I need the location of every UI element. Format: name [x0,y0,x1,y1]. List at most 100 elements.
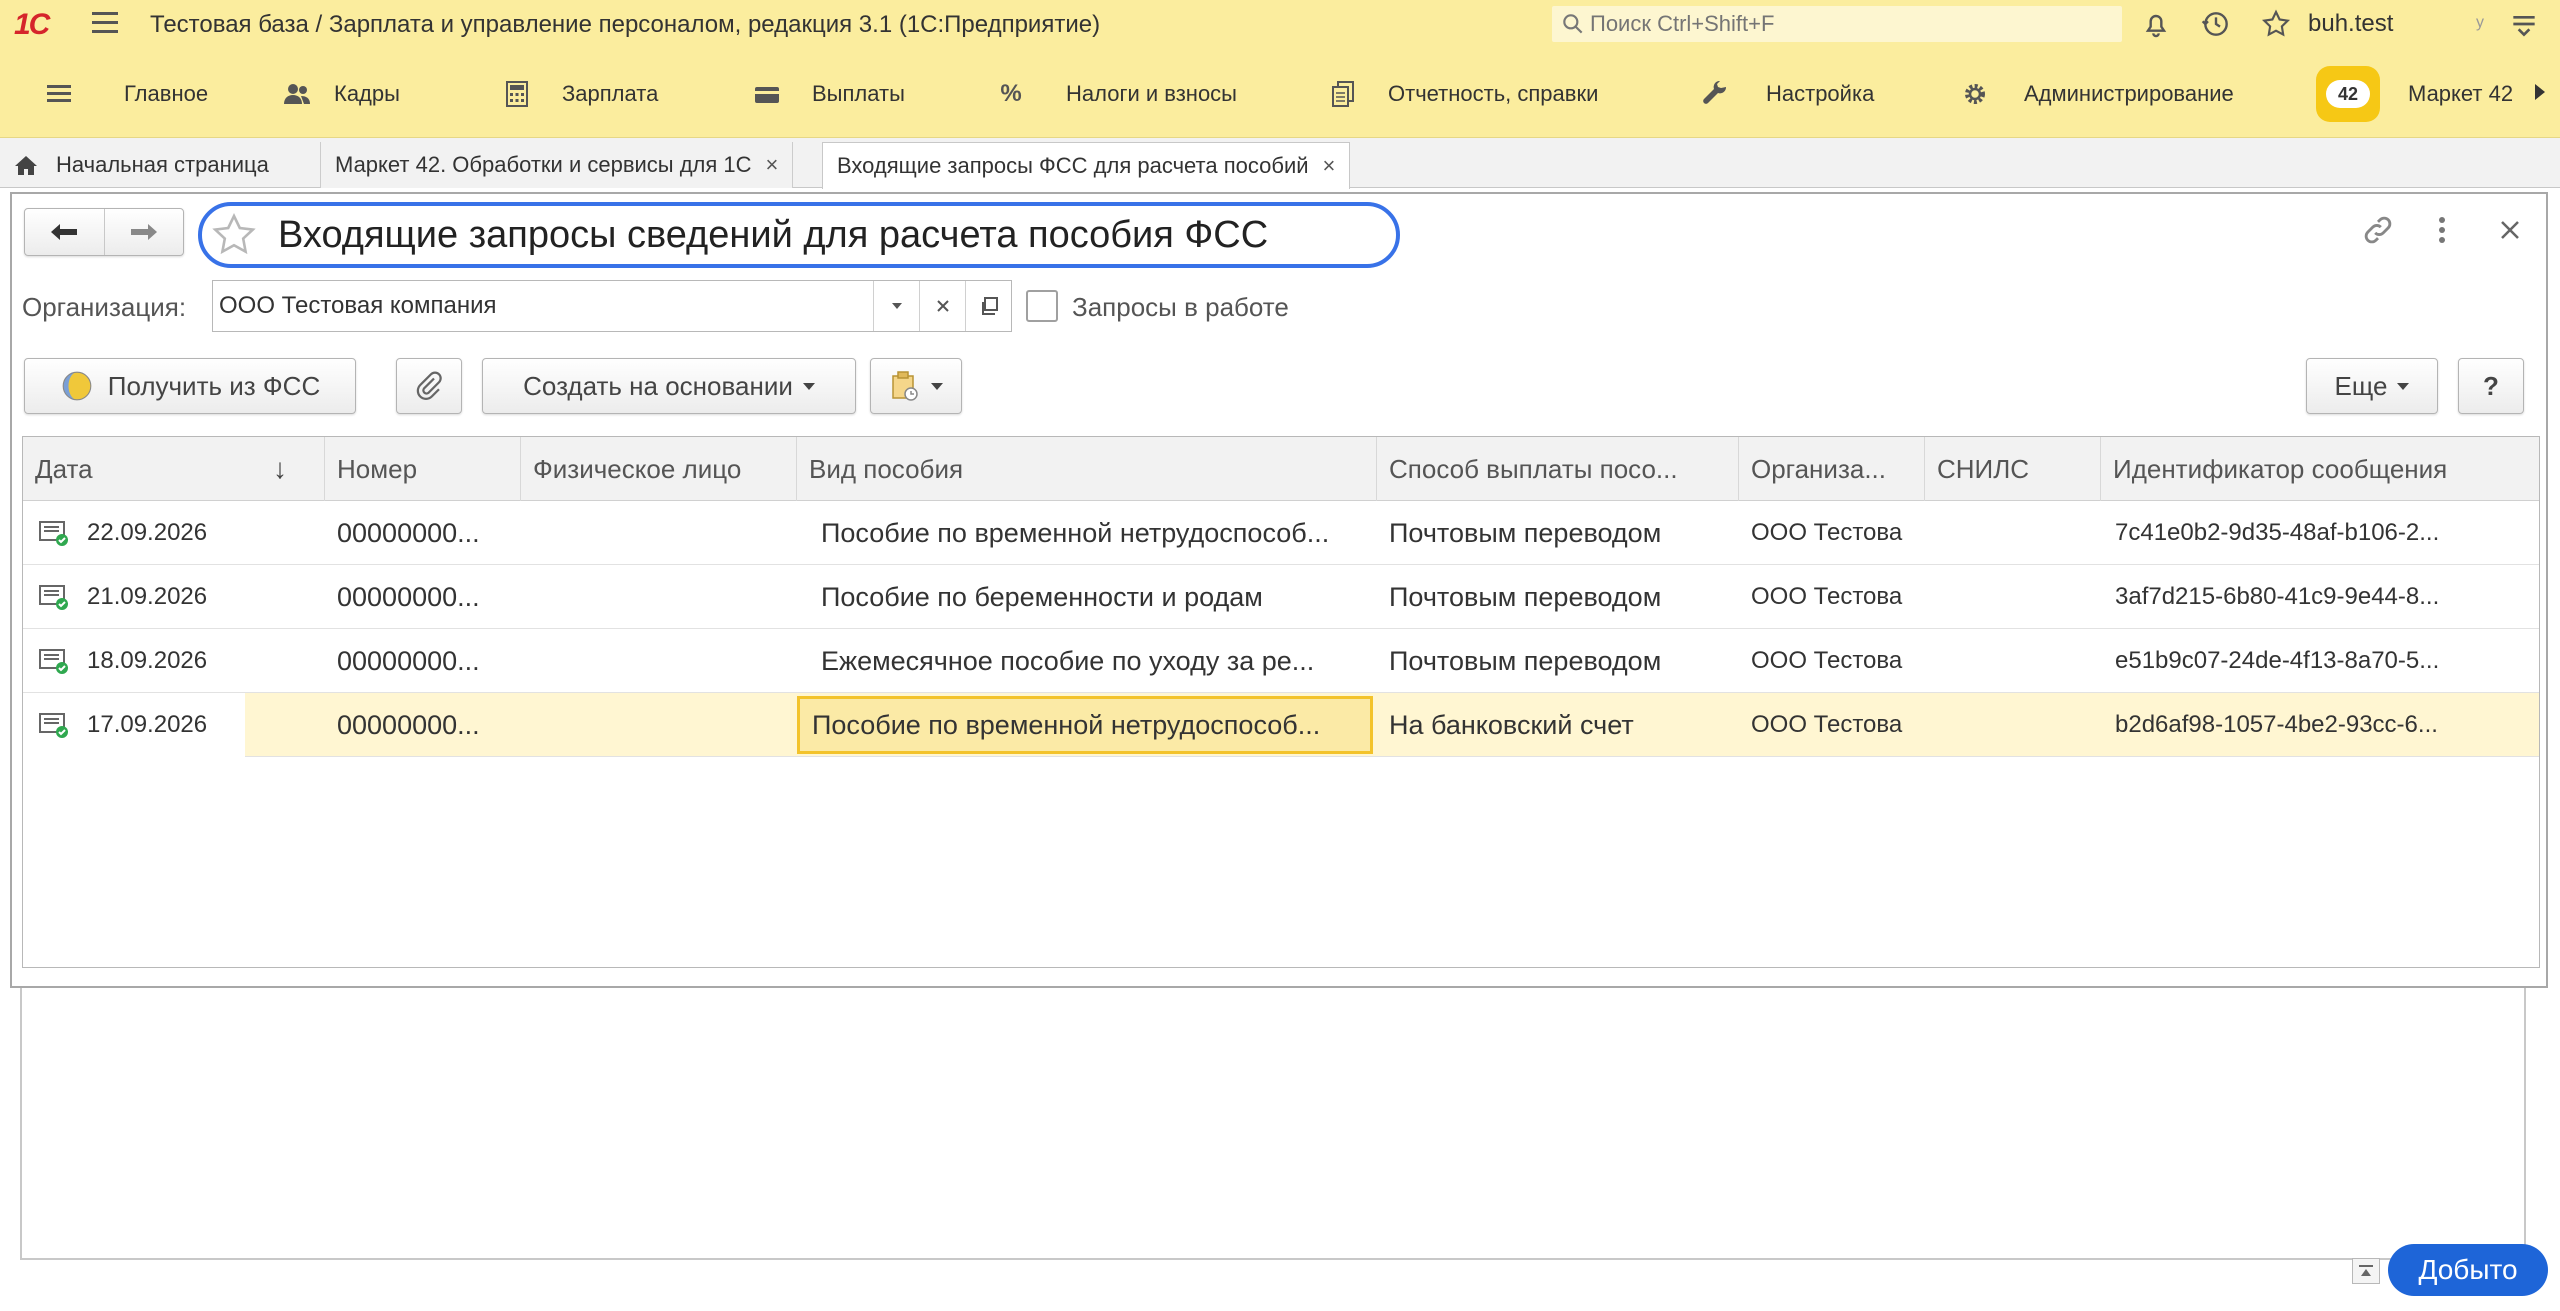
requests-in-work-label: Запросы в работе [1072,292,1289,322]
cell-benefit-focused[interactable]: Пособие по временной нетрудоспособ... [797,696,1373,754]
section-salary[interactable]: Зарплата [502,76,658,112]
section-reports[interactable]: Отчетность, справки [1328,76,1598,112]
section-label: Кадры [334,81,400,106]
section-label: Настройка [1766,81,1875,106]
close-icon [2501,221,2519,239]
close-icon[interactable]: × [766,152,779,178]
cell-benefit: Ежемесячное пособие по уходу за ре... [821,645,1315,676]
column-header-label: Дата [35,453,93,484]
more-actions-button[interactable] [2422,210,2462,250]
scroll-right-icon[interactable] [2535,84,2545,100]
cell-org: ООО Тестова [1751,583,1903,610]
section-label: Маркет 42 [2408,81,2514,106]
column-header-number[interactable]: Номер [325,437,521,501]
table-row[interactable]: 21.09.2026 00000000... Пособие по береме… [23,565,2539,629]
column-header-label: Вид пособия [809,453,964,484]
section-label: Главное [124,81,209,106]
cell-payment: Почтовым переводом [1389,581,1662,612]
close-icon[interactable]: × [1323,153,1336,179]
column-header-benefit[interactable]: Вид пособия [797,437,1377,501]
section-hr[interactable]: Кадры [282,76,400,112]
cell-snils [1925,565,2101,629]
market-badge-number: 42 [2326,80,2370,108]
arrow-right-icon [130,224,157,240]
list-icon [44,79,74,109]
bell-icon[interactable] [2140,8,2172,40]
history-icon[interactable] [2200,8,2232,40]
wallet-icon [752,79,782,109]
dobyto-button[interactable]: Добыто [2388,1244,2548,1296]
global-search[interactable] [1552,6,2122,42]
column-header-org[interactable]: Организа... [1739,437,1925,501]
arrow-left-icon [51,224,78,240]
dropdown-button[interactable] [873,281,919,331]
column-header-person[interactable]: Физическое лицо [521,437,797,501]
section-taxes[interactable]: % Налоги и взносы [996,76,1237,112]
document-posted-icon [39,585,68,610]
organization-input[interactable] [213,292,873,320]
tab-label: Входящие запросы ФСС для расчета пособий [837,153,1309,178]
link-button[interactable] [2358,210,2398,250]
scroll-up-button[interactable] [2352,1258,2380,1284]
attach-button[interactable] [396,358,462,414]
sort-down-icon: ↓ [273,453,287,484]
favorite-star-icon[interactable] [210,211,258,259]
search-icon [1563,14,1583,34]
favorites-star-icon[interactable] [2260,8,2292,40]
cell-message-id: b2d6af98-1057-4be2-93cc-6... [2115,711,2438,738]
section-main[interactable]: Главное [44,76,208,112]
section-market[interactable]: Маркет 42 [2408,76,2513,112]
clear-icon [936,300,949,312]
get-from-fss-button[interactable]: Получить из ФСС [24,358,356,414]
cell-benefit: Пособие по беременности и родам [821,581,1263,612]
cell-date: 17.09.2026 [87,711,208,738]
table-header: Дата ↓ Номер Физическое лицо Вид пособия… [23,437,2539,501]
section-settings[interactable]: Настройка [1700,76,1874,112]
search-input[interactable] [1590,11,2090,37]
tab-market42[interactable]: Маркет 42. Обработки и сервисы для 1С × [320,142,794,188]
table-row-selected[interactable]: 17.09.2026 00000000... Пособие по времен… [23,693,2539,757]
market-logo-icon[interactable]: 42 [2316,66,2380,122]
section-label: Администрирование [2024,81,2234,106]
tab-fss-requests[interactable]: Входящие запросы ФСС для расчета пособий… [822,142,1351,189]
app-logo[interactable]: 1С [14,8,50,42]
organization-field[interactable] [212,280,1012,332]
help-button[interactable]: ? [2458,358,2524,414]
create-based-on-button[interactable]: Создать на основании [482,358,856,414]
column-header-date[interactable]: Дата ↓ [23,437,325,501]
open-button[interactable] [965,281,1011,331]
close-form-button[interactable] [2490,210,2530,250]
section-payments[interactable]: Выплаты [752,76,905,112]
button-label: ? [2483,370,2499,401]
requests-in-work-checkbox[interactable] [1026,290,1058,322]
clear-button[interactable] [919,281,965,331]
scroll-up-icon [2359,1265,2373,1276]
section-label: Выплаты [812,81,905,106]
cell-snils [1925,629,2101,693]
cell-payment: Почтовым переводом [1389,517,1662,548]
user-name[interactable]: buh.test [2308,10,2393,38]
settings-menu-icon[interactable] [2508,8,2540,40]
cell-org: ООО Тестова [1751,647,1903,674]
cell-person [521,565,797,629]
table-row[interactable]: 18.09.2026 00000000... Ежемесячное пособ… [23,629,2539,693]
more-button[interactable]: Еще [2306,358,2438,414]
tab-home[interactable]: Начальная страница [0,142,283,188]
main-menu-icon[interactable] [92,12,118,34]
table-row[interactable]: 22.09.2026 00000000... Пособие по времен… [23,501,2539,565]
section-admin[interactable]: Администрирование [1960,76,2234,112]
section-label: Налоги и взносы [1066,81,1237,106]
organization-label: Организация: [22,292,187,322]
home-icon [15,156,37,175]
back-button[interactable] [25,209,104,255]
column-header-message-id[interactable]: Идентификатор сообщения [2101,437,2539,501]
cell-number: 00000000... [337,517,480,548]
cell-person [521,501,797,565]
print-button[interactable] [870,358,962,414]
forward-button[interactable] [103,209,184,255]
column-header-snils[interactable]: СНИЛС [1925,437,2101,501]
column-header-payment[interactable]: Способ выплаты посо... [1377,437,1739,501]
chevron-down-icon [891,303,902,309]
gear-icon [1960,79,1990,109]
requests-table[interactable]: Дата ↓ Номер Физическое лицо Вид пособия… [22,436,2540,968]
